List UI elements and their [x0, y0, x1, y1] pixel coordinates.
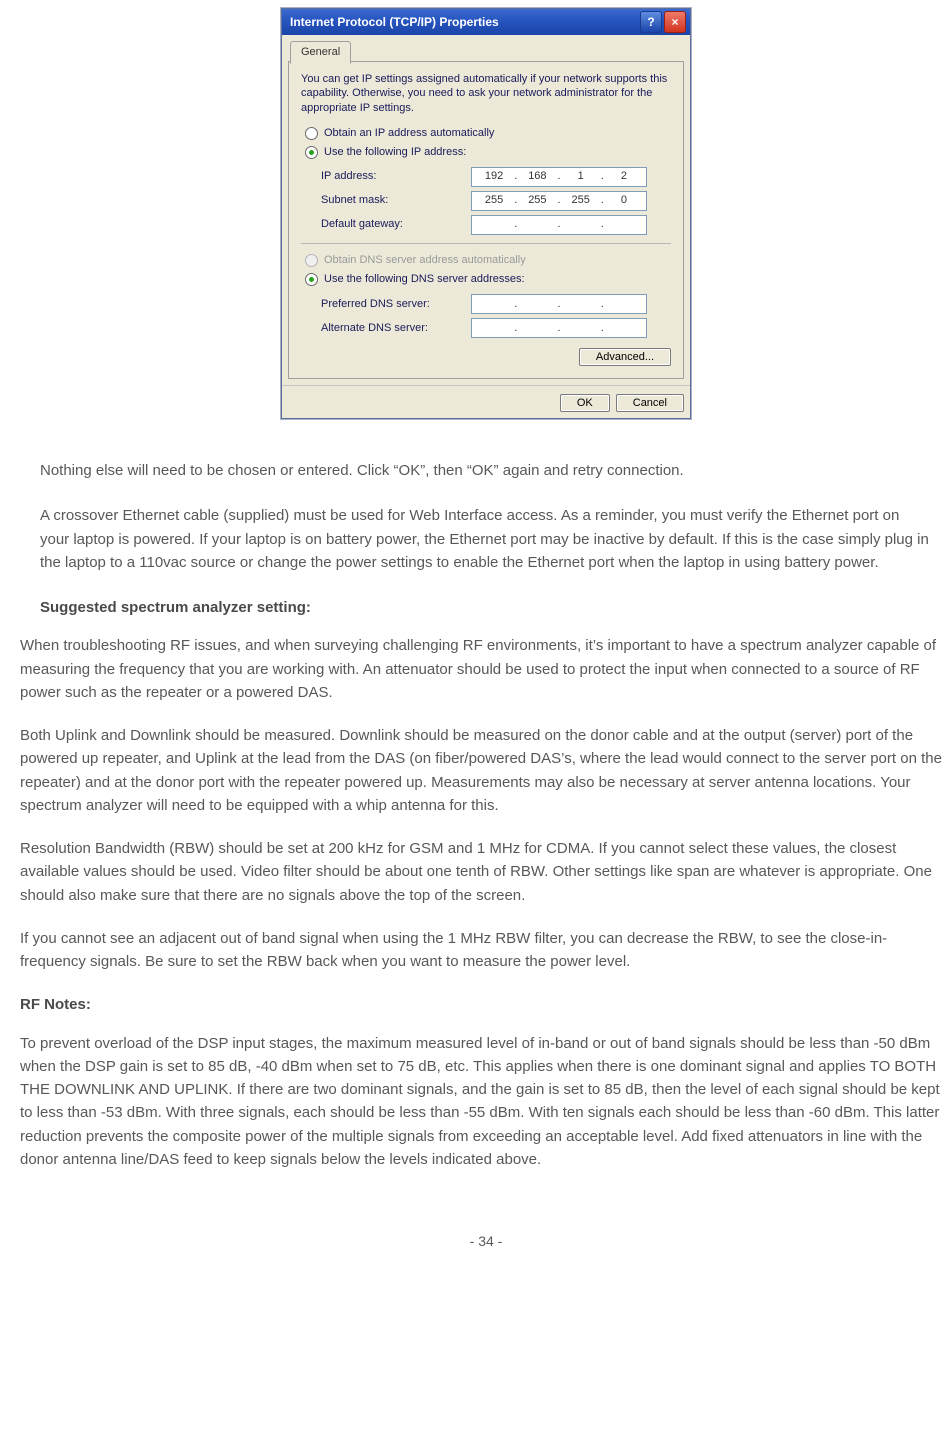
radio-label: Use the following DNS server addresses:	[324, 271, 525, 288]
radio-use-ip[interactable]: Use the following IP address:	[305, 144, 671, 161]
ip-fields: IP address: 192. 168. 1. 2 Subnet mask: …	[321, 167, 671, 235]
paragraph: To prevent overload of the DSP input sta…	[10, 1032, 952, 1172]
radio-obtain-dns: Obtain DNS server address automatically	[305, 252, 671, 269]
page-number: - 34 -	[10, 1231, 952, 1253]
cancel-button[interactable]: Cancel	[616, 394, 684, 412]
section-heading: RF Notes:	[10, 993, 952, 1016]
paragraph: A crossover Ethernet cable (supplied) mu…	[10, 504, 952, 574]
preferred-dns-label: Preferred DNS server:	[321, 296, 471, 313]
advanced-button[interactable]: Advanced...	[579, 348, 671, 366]
preferred-dns-input[interactable]: . . .	[471, 294, 647, 314]
dialog-title: Internet Protocol (TCP/IP) Properties	[290, 13, 638, 32]
ip-address-input[interactable]: 192. 168. 1. 2	[471, 167, 647, 187]
tcpip-properties-dialog: Internet Protocol (TCP/IP) Properties ? …	[281, 8, 691, 419]
intro-text: You can get IP settings assigned automat…	[301, 72, 671, 115]
close-icon[interactable]: ×	[664, 11, 686, 33]
paragraph: Nothing else will need to be chosen or e…	[10, 459, 952, 482]
paragraph: If you cannot see an adjacent out of ban…	[10, 927, 952, 974]
radio-icon	[305, 254, 318, 267]
help-icon[interactable]: ?	[640, 11, 662, 33]
paragraph: When troubleshooting RF issues, and when…	[10, 634, 952, 704]
general-panel: You can get IP settings assigned automat…	[288, 62, 684, 379]
subnet-mask-label: Subnet mask:	[321, 192, 471, 209]
section-heading: Suggested spectrum analyzer setting:	[10, 596, 952, 619]
alternate-dns-input[interactable]: . . .	[471, 318, 647, 338]
radio-icon	[305, 127, 318, 140]
alternate-dns-label: Alternate DNS server:	[321, 320, 471, 337]
ip-address-label: IP address:	[321, 168, 471, 185]
dialog-titlebar: Internet Protocol (TCP/IP) Properties ? …	[282, 9, 690, 35]
paragraph: Resolution Bandwidth (RBW) should be set…	[10, 837, 952, 907]
radio-icon	[305, 146, 318, 159]
radio-label: Obtain an IP address automatically	[324, 125, 494, 142]
radio-icon	[305, 273, 318, 286]
radio-label: Obtain DNS server address automatically	[324, 252, 526, 269]
dialog-footer: OK Cancel	[282, 385, 690, 418]
tab-general[interactable]: General	[290, 41, 351, 64]
ok-button[interactable]: OK	[560, 394, 610, 412]
paragraph: Both Uplink and Downlink should be measu…	[10, 724, 952, 817]
radio-label: Use the following IP address:	[324, 144, 466, 161]
dns-fields: Preferred DNS server: . . . Alternate DN…	[321, 294, 671, 338]
tab-strip: General	[288, 39, 684, 62]
radio-obtain-ip[interactable]: Obtain an IP address automatically	[305, 125, 671, 142]
subnet-mask-input[interactable]: 255. 255. 255. 0	[471, 191, 647, 211]
dialog-body: General You can get IP settings assigned…	[282, 35, 690, 385]
radio-use-dns[interactable]: Use the following DNS server addresses:	[305, 271, 671, 288]
default-gateway-label: Default gateway:	[321, 216, 471, 233]
default-gateway-input[interactable]: . . .	[471, 215, 647, 235]
